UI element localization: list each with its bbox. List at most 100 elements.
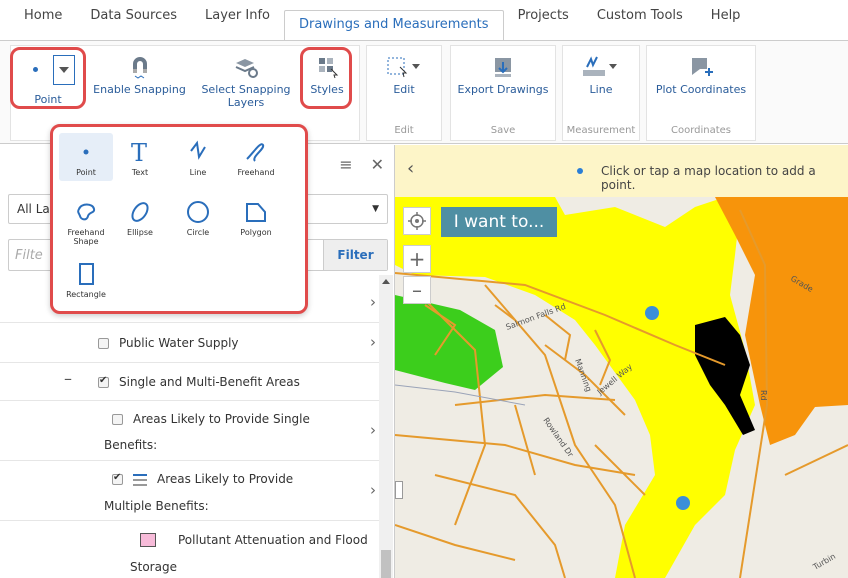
tool-label: Text — [131, 168, 149, 177]
select-value: All La — [17, 202, 50, 216]
layer-checkbox[interactable] — [112, 472, 123, 485]
export-drawings-button[interactable]: Export Drawings — [456, 55, 550, 96]
tab-help[interactable]: Help — [697, 0, 755, 40]
list-item[interactable]: Public Water Supply › — [0, 323, 380, 363]
tool-label: Point — [76, 168, 96, 177]
road-label: Rowland Dr — [541, 416, 575, 459]
layer-label-continued: Benefits: — [104, 438, 158, 452]
point-icon — [577, 168, 583, 174]
road-label: Turbin — [811, 552, 838, 572]
plot-coordinates-label: Plot Coordinates — [655, 83, 747, 96]
export-drawings-label: Export Drawings — [457, 83, 549, 96]
export-icon — [495, 58, 511, 77]
caret-down-icon: ▼ — [372, 204, 379, 214]
yellow-layer — [395, 197, 755, 578]
tool-label: Rectangle — [66, 290, 106, 299]
enable-snapping-button[interactable]: Enable Snapping — [92, 55, 187, 96]
list-item[interactable]: Areas Likely to Provide Single Benefits:… — [0, 401, 380, 461]
green-layer — [395, 295, 503, 390]
draw-tool-point[interactable]: Point — [59, 133, 113, 181]
rail-line — [395, 384, 526, 406]
draw-tool-polygon[interactable]: Polygon — [229, 193, 283, 237]
tab-home[interactable]: Home — [10, 0, 76, 40]
collapse-icon[interactable]: – — [64, 369, 72, 388]
scrollbar-thumb[interactable] — [381, 550, 391, 578]
edit-group-label: Edit — [394, 125, 414, 136]
freehand-icon — [246, 143, 265, 162]
rectangle-icon — [79, 263, 94, 285]
freehand-shape-icon — [77, 203, 96, 221]
chevron-right-icon[interactable]: › — [370, 421, 376, 439]
highlight-point — [10, 47, 86, 109]
edit-button[interactable]: Edit — [372, 55, 436, 96]
locate-button[interactable] — [403, 207, 431, 235]
legend-swatch — [140, 533, 156, 547]
map-point-marker[interactable] — [676, 496, 690, 510]
select-snapping-layers-button[interactable]: Select Snapping Layers — [196, 55, 296, 109]
text-icon: T — [131, 139, 147, 165]
instruction-text: Click or tap a map location to add a poi… — [601, 164, 816, 192]
close-icon[interactable]: ✕ — [371, 155, 384, 174]
circle-icon — [187, 201, 209, 223]
coordinates-group-label: Coordinates — [670, 125, 732, 136]
list-item[interactable]: – Single and Multi-Benefit Areas — [0, 363, 380, 401]
panel-header-controls: ≡ ✕ — [339, 155, 384, 174]
crosshair-icon — [408, 212, 426, 230]
zoom-out-button[interactable]: – — [403, 276, 431, 304]
plot-coordinates-icon — [692, 58, 713, 76]
chevron-right-icon[interactable]: › — [370, 293, 376, 311]
i-want-to-button[interactable]: I want to... — [441, 207, 557, 237]
layer-checkbox[interactable] — [98, 375, 109, 388]
ellipse-icon — [131, 202, 149, 222]
select-snapping-label: Select Snapping Layers — [201, 83, 291, 109]
road-label: Manning — [573, 358, 593, 393]
tab-projects[interactable]: Projects — [504, 0, 583, 40]
draw-tool-circle[interactable]: Circle — [171, 193, 225, 237]
draw-tool-freehand-shape[interactable]: Freehand Shape — [59, 193, 113, 246]
chevron-left-icon[interactable]: ‹ — [407, 158, 414, 179]
chevron-right-icon[interactable]: › — [370, 333, 376, 351]
public-water-supply-row: Public Water Supply — [98, 336, 239, 350]
polygon-icon — [246, 203, 266, 222]
layer-label-continued: Multiple Benefits: — [104, 499, 209, 513]
list-item[interactable]: Areas Likely to Provide Multiple Benefit… — [0, 461, 380, 521]
zoom-in-button[interactable]: + — [403, 245, 431, 273]
map-side-handle[interactable] — [395, 481, 403, 499]
tool-label: Ellipse — [127, 228, 153, 237]
draw-tool-text[interactable]: T Text — [113, 133, 167, 177]
road-label: Rd — [759, 390, 768, 401]
edit-label: Edit — [393, 83, 415, 96]
menu-icon[interactable]: ≡ — [339, 155, 352, 174]
draw-tool-rectangle[interactable]: Rectangle — [59, 255, 113, 299]
tab-data-sources[interactable]: Data Sources — [76, 0, 191, 40]
tool-label: Freehand — [237, 168, 275, 177]
map-view[interactable]: Salmon Falls Rd Grade Rd Rowland Dr Turb… — [395, 145, 848, 578]
minus-icon: – — [412, 278, 422, 302]
tab-custom-tools[interactable]: Custom Tools — [583, 0, 697, 40]
layers-snap-icon — [235, 59, 258, 78]
single-benefits-row: Areas Likely to Provide Single — [112, 412, 310, 426]
tab-layer-info[interactable]: Layer Info — [191, 0, 284, 40]
multiple-benefits-row: Areas Likely to Provide — [112, 472, 293, 486]
svg-text:T: T — [131, 139, 147, 165]
filter-button[interactable]: Filter — [323, 240, 387, 270]
draw-tool-line[interactable]: Line — [171, 133, 225, 177]
draw-tool-freehand[interactable]: Freehand — [229, 133, 283, 177]
filter-input[interactable]: Filte — [15, 248, 43, 263]
plot-coordinates-button[interactable]: Plot Coordinates — [652, 55, 750, 96]
line-measurement-button[interactable]: Line — [566, 55, 636, 96]
tab-drawings-and-measurements[interactable]: Drawings and Measurements — [283, 10, 504, 40]
tool-label: Circle — [186, 228, 210, 237]
scroll-up-icon[interactable] — [382, 279, 390, 284]
measurement-group-label: Measurement — [566, 125, 636, 136]
panel-scrollbar[interactable] — [379, 275, 393, 578]
draw-tool-ellipse[interactable]: Ellipse — [113, 193, 167, 237]
layer-checkbox[interactable] — [98, 338, 109, 349]
chevron-right-icon[interactable]: › — [370, 481, 376, 499]
enable-snapping-label: Enable Snapping — [93, 83, 186, 96]
ruler-line-icon — [583, 56, 617, 76]
layer-checkbox[interactable] — [112, 414, 123, 425]
save-group-label: Save — [490, 125, 516, 136]
tool-label: Line — [189, 168, 207, 177]
map-point-marker[interactable] — [645, 306, 659, 320]
